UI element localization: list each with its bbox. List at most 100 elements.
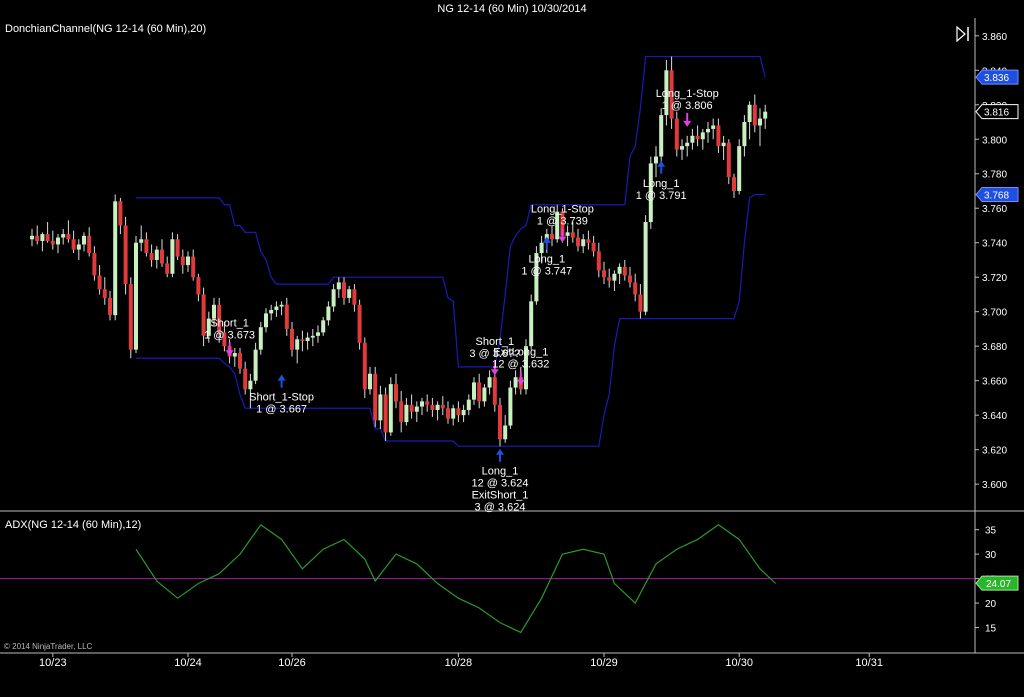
price-marker-upper: 3.836	[975, 69, 1019, 85]
candle-body	[622, 266, 627, 276]
x-tick-label: 10/26	[278, 657, 306, 669]
candle-body	[498, 404, 502, 440]
candle-body	[378, 394, 383, 421]
y-tick-label: 3.800	[982, 135, 1007, 146]
candle	[264, 308, 268, 333]
candle-body	[581, 239, 586, 247]
candle-body	[97, 275, 102, 290]
trade-annotation: Long_112 @ 3.624ExitShort_13 @ 3.624	[471, 448, 529, 514]
candle	[35, 225, 40, 245]
adx-y-tick-label: 15	[985, 624, 997, 635]
candle	[654, 146, 658, 178]
candle-body	[700, 132, 705, 140]
candle	[633, 273, 638, 302]
candle	[295, 335, 300, 364]
trade-annotation: Long_1-Stop1 @ 3.739	[531, 203, 594, 243]
marker-label: 24.07	[986, 579, 1011, 590]
candle	[711, 118, 716, 140]
candle	[336, 277, 341, 298]
candle	[612, 270, 617, 292]
x-tick-label: 10/29	[590, 657, 618, 669]
annotation-text: 1 @ 3.667	[256, 404, 307, 416]
candle-body	[102, 289, 107, 298]
price-marker-lower: 3.768	[975, 186, 1019, 202]
candle	[752, 94, 757, 133]
candle	[414, 401, 419, 423]
y-tick-label: 3.860	[982, 32, 1007, 43]
candle	[685, 135, 690, 157]
candle	[300, 330, 305, 352]
candle-body	[108, 297, 112, 316]
candle-body	[160, 249, 164, 264]
x-tick-label: 10/24	[174, 657, 202, 669]
x-tick-label: 10/30	[725, 657, 753, 669]
candle-body	[279, 304, 284, 307]
candle	[279, 301, 284, 316]
candle	[342, 277, 346, 305]
candle	[108, 291, 112, 321]
adx-y-tick-label: 35	[985, 526, 997, 537]
entry-arrow-head	[558, 236, 567, 243]
candle-body	[612, 273, 617, 281]
candle	[357, 299, 362, 350]
candle	[498, 397, 502, 447]
entry-arrow-head	[683, 120, 692, 127]
candle-body	[430, 404, 435, 410]
candle-body	[238, 353, 242, 369]
candle-body	[128, 284, 133, 350]
candle	[721, 135, 726, 160]
candle-body	[747, 104, 752, 123]
candle-body	[66, 234, 71, 240]
candle	[388, 377, 393, 436]
candle-body	[685, 142, 690, 147]
annotation-text: Long_1	[482, 466, 519, 478]
candle	[71, 230, 76, 254]
annotation-text: 1 @ 3.739	[537, 215, 588, 227]
candle-body	[336, 282, 341, 290]
y-tick-label: 3.640	[982, 411, 1007, 422]
candle	[238, 347, 242, 374]
candle	[331, 284, 336, 312]
candle-body	[602, 270, 606, 278]
candle	[726, 139, 731, 185]
candle	[700, 128, 705, 150]
candle	[622, 259, 627, 281]
candle	[430, 397, 435, 417]
candle-body	[269, 309, 274, 314]
annotation-text: Short_1	[210, 317, 249, 329]
candle-body	[752, 104, 757, 126]
adx-y-tick-label: 20	[985, 599, 997, 610]
candle	[87, 227, 92, 257]
candle	[607, 268, 612, 288]
candle	[451, 404, 456, 426]
candle	[258, 322, 263, 355]
annotation-text: Long_1	[643, 178, 680, 190]
candle	[503, 415, 508, 443]
y-tick-label: 3.600	[982, 480, 1007, 491]
candle-body	[477, 382, 482, 402]
candle	[591, 235, 596, 257]
candle-body	[368, 373, 372, 390]
x-tick-label: 10/31	[855, 657, 883, 669]
candle-body	[409, 404, 414, 412]
candle	[763, 104, 768, 129]
candle	[321, 316, 326, 336]
candle-body	[591, 242, 596, 252]
candle	[274, 301, 279, 317]
annotation-text: 1 @ 3.791	[636, 190, 687, 202]
trade-annotation: Long_11 @ 3.747	[521, 236, 572, 278]
candle	[149, 244, 154, 267]
candle-body	[134, 242, 138, 350]
candle-body	[466, 399, 471, 410]
candle-body	[742, 122, 747, 147]
candle-body	[175, 239, 180, 257]
candle	[732, 173, 736, 198]
candle	[706, 122, 710, 143]
candle	[383, 387, 388, 442]
candle-body	[456, 408, 461, 416]
candle-body	[737, 146, 742, 191]
entry-arrow-head	[225, 350, 234, 357]
candle	[409, 394, 414, 419]
y-tick-label: 3.660	[982, 377, 1007, 388]
candle	[76, 239, 81, 260]
